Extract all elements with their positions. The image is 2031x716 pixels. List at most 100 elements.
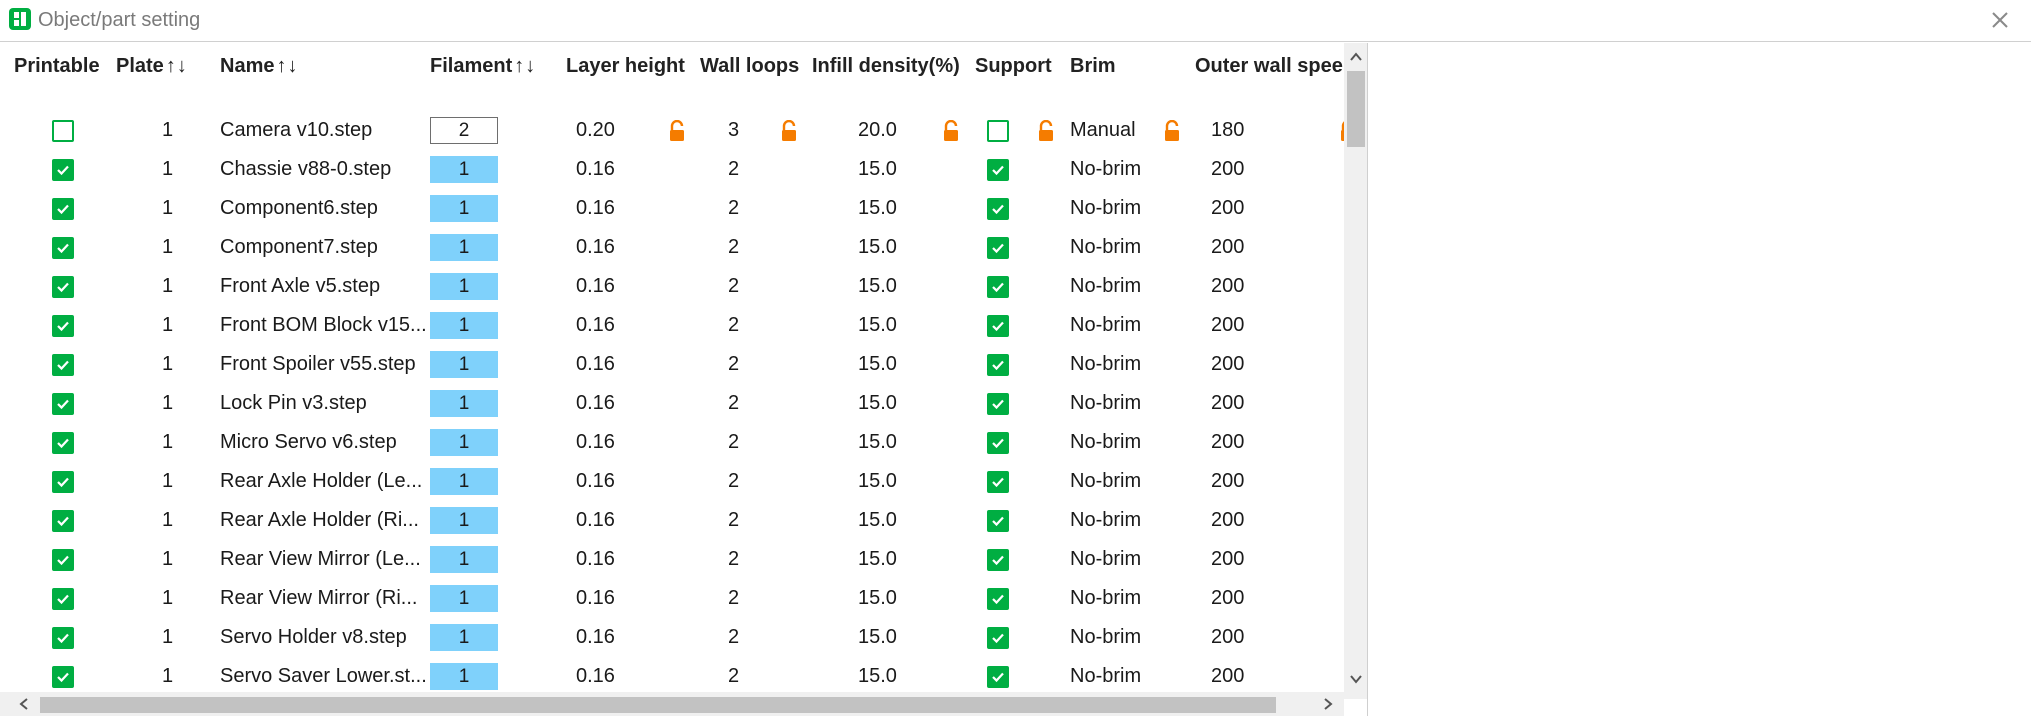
infill-density-value[interactable]: 15.0 — [858, 657, 897, 696]
layer-height-value[interactable]: 0.16 — [576, 657, 615, 696]
unlock-icon[interactable] — [1162, 119, 1182, 142]
scroll-down-icon[interactable] — [1348, 671, 1364, 687]
object-name[interactable]: Component7.step — [220, 228, 378, 267]
object-name[interactable]: Front BOM Block v15... — [220, 306, 427, 345]
wall-loops-value[interactable]: 2 — [728, 306, 739, 345]
layer-height-value[interactable]: 0.16 — [576, 384, 615, 423]
table-row[interactable]: 1 Front Axle v5.step 1 0.16 2 15.0 No-brim 200 — [0, 267, 1344, 306]
filament-selector[interactable]: 1 — [430, 156, 498, 183]
horizontal-scroll-thumb[interactable] — [40, 697, 1276, 713]
brim-value[interactable]: Manual — [1070, 111, 1136, 150]
scroll-up-icon[interactable] — [1348, 49, 1364, 65]
printable-checkbox[interactable] — [52, 393, 74, 415]
infill-density-value[interactable]: 15.0 — [858, 384, 897, 423]
infill-density-value[interactable]: 15.0 — [858, 579, 897, 618]
filament-selector[interactable]: 1 — [430, 195, 498, 222]
infill-density-value[interactable]: 15.0 — [858, 618, 897, 657]
support-checkbox[interactable] — [987, 198, 1009, 220]
layer-height-value[interactable]: 0.16 — [576, 540, 615, 579]
table-row[interactable]: 1 Servo Saver Lower.st... 1 0.16 2 15.0 No-bri… — [0, 657, 1344, 696]
object-name[interactable]: Servo Holder v8.step — [220, 618, 407, 657]
support-checkbox[interactable] — [987, 120, 1009, 142]
brim-value[interactable]: No-brim — [1070, 228, 1141, 267]
unlock-icon[interactable] — [667, 119, 687, 142]
wall-loops-value[interactable]: 2 — [728, 579, 739, 618]
filament-selector[interactable]: 1 — [430, 351, 498, 378]
layer-height-value[interactable]: 0.16 — [576, 267, 615, 306]
wall-loops-value[interactable]: 2 — [728, 267, 739, 306]
wall-loops-value[interactable]: 2 — [728, 462, 739, 501]
support-checkbox[interactable] — [987, 159, 1009, 181]
scroll-left-icon[interactable] — [16, 696, 32, 712]
printable-checkbox[interactable] — [52, 666, 74, 688]
brim-value[interactable]: No-brim — [1070, 618, 1141, 657]
brim-value[interactable]: No-brim — [1070, 657, 1141, 696]
table-row[interactable]: 1 Micro Servo v6.step 1 0.16 2 15.0 No-brim 200 — [0, 423, 1344, 462]
layer-height-value[interactable]: 0.16 — [576, 423, 615, 462]
wall-loops-value[interactable]: 2 — [728, 150, 739, 189]
object-name[interactable]: Servo Saver Lower.st... — [220, 657, 427, 696]
outer-wall-speed-value[interactable]: 200 — [1211, 540, 1244, 579]
layer-height-value[interactable]: 0.16 — [576, 306, 615, 345]
object-name[interactable]: Rear Axle Holder (Ri... — [220, 501, 419, 540]
layer-height-value[interactable]: 0.16 — [576, 228, 615, 267]
table-row[interactable]: 1 Rear Axle Holder (Ri... 1 0.16 2 15.0 No-bri… — [0, 501, 1344, 540]
infill-density-value[interactable]: 15.0 — [858, 423, 897, 462]
wall-loops-value[interactable]: 2 — [728, 618, 739, 657]
layer-height-value[interactable]: 0.16 — [576, 618, 615, 657]
brim-value[interactable]: No-brim — [1070, 189, 1141, 228]
support-checkbox[interactable] — [987, 276, 1009, 298]
filament-selector[interactable]: 1 — [430, 429, 498, 456]
object-name[interactable]: Camera v10.step — [220, 111, 372, 150]
header-plate[interactable]: Plate ↑↓ — [116, 53, 188, 79]
printable-checkbox[interactable] — [52, 315, 74, 337]
brim-value[interactable]: No-brim — [1070, 345, 1141, 384]
object-name[interactable]: Front Axle v5.step — [220, 267, 380, 306]
infill-density-value[interactable]: 15.0 — [858, 501, 897, 540]
printable-checkbox[interactable] — [52, 432, 74, 454]
brim-value[interactable]: No-brim — [1070, 501, 1141, 540]
table-row[interactable]: 1 Servo Holder v8.step 1 0.16 2 15.0 No-brim 20… — [0, 618, 1344, 657]
infill-density-value[interactable]: 15.0 — [858, 228, 897, 267]
support-checkbox[interactable] — [987, 510, 1009, 532]
support-checkbox[interactable] — [987, 666, 1009, 688]
infill-density-value[interactable]: 15.0 — [858, 462, 897, 501]
filament-selector[interactable]: 1 — [430, 273, 498, 300]
layer-height-value[interactable]: 0.16 — [576, 579, 615, 618]
layer-height-value[interactable]: 0.16 — [576, 189, 615, 228]
header-printable[interactable]: Printable — [14, 53, 100, 79]
wall-loops-value[interactable]: 2 — [728, 228, 739, 267]
outer-wall-speed-value[interactable]: 200 — [1211, 462, 1244, 501]
table-row[interactable]: 1 Rear View Mirror (Ri... 1 0.16 2 15.0 No-bri… — [0, 579, 1344, 618]
wall-loops-value[interactable]: 2 — [728, 384, 739, 423]
outer-wall-speed-value[interactable]: 200 — [1211, 228, 1244, 267]
layer-height-value[interactable]: 0.20 — [576, 111, 615, 150]
filament-selector[interactable]: 1 — [430, 312, 498, 339]
table-row[interactable]: 1 Front Spoiler v55.step 1 0.16 2 15.0 No-brim… — [0, 345, 1344, 384]
printable-checkbox[interactable] — [52, 237, 74, 259]
wall-loops-value[interactable]: 2 — [728, 657, 739, 696]
brim-value[interactable]: No-brim — [1070, 462, 1141, 501]
printable-checkbox[interactable] — [52, 471, 74, 493]
support-checkbox[interactable] — [987, 471, 1009, 493]
support-checkbox[interactable] — [987, 627, 1009, 649]
object-name[interactable]: Rear View Mirror (Le... — [220, 540, 421, 579]
table-row[interactable]: 1 Component6.step 1 0.16 2 15.0 No-brim 200 — [0, 189, 1344, 228]
wall-loops-value[interactable]: 2 — [728, 345, 739, 384]
filament-selector[interactable]: 1 — [430, 546, 498, 573]
filament-selector[interactable]: 1 — [430, 663, 498, 690]
printable-checkbox[interactable] — [52, 120, 74, 142]
object-name[interactable]: Lock Pin v3.step — [220, 384, 367, 423]
outer-wall-speed-value[interactable]: 200 — [1211, 306, 1244, 345]
wall-loops-value[interactable]: 3 — [728, 111, 739, 150]
printable-checkbox[interactable] — [52, 510, 74, 532]
object-name[interactable]: Front Spoiler v55.step — [220, 345, 416, 384]
infill-density-value[interactable]: 20.0 — [858, 111, 897, 150]
horizontal-scrollbar[interactable] — [0, 692, 1344, 716]
support-checkbox[interactable] — [987, 315, 1009, 337]
outer-wall-speed-value[interactable]: 200 — [1211, 618, 1244, 657]
support-checkbox[interactable] — [987, 237, 1009, 259]
unlock-icon[interactable] — [1036, 119, 1056, 142]
support-checkbox[interactable] — [987, 432, 1009, 454]
outer-wall-speed-value[interactable]: 180 — [1211, 111, 1244, 150]
